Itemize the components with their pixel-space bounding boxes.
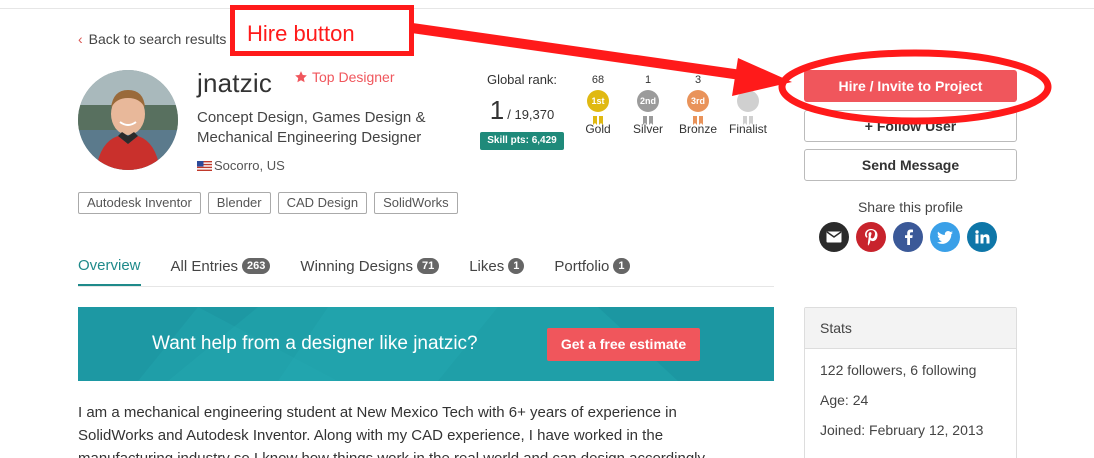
send-message-button[interactable]: Send Message <box>804 149 1017 181</box>
medal-ribbon <box>693 112 703 125</box>
follow-label: Follow User <box>876 118 957 134</box>
chevron-left-icon: ‹ <box>78 31 83 47</box>
star-icon <box>295 71 307 83</box>
count-badge: 1 <box>613 258 630 274</box>
annotation-arrow <box>411 23 749 81</box>
stats-joined: Joined: February 12, 2013 <box>820 422 984 438</box>
plus-icon: + <box>864 118 877 134</box>
tab-overview[interactable]: Overview <box>78 254 141 286</box>
medal-finalist: Finalist <box>723 74 773 136</box>
pinterest-icon[interactable] <box>856 222 886 252</box>
stats-age: Age: 24 <box>820 392 869 408</box>
tab-likes[interactable]: Likes 1 <box>469 254 525 286</box>
tab-label: Overview <box>78 256 141 274</box>
estimate-banner: Want help from a designer like jnatzic? … <box>78 307 774 381</box>
back-to-search-link[interactable]: ‹ Back to search results <box>78 31 226 47</box>
skill-tag[interactable]: SolidWorks <box>374 192 458 214</box>
twitter-icon[interactable] <box>930 222 960 252</box>
username: jnatzic <box>197 68 273 98</box>
share-title: Share this profile <box>857 199 964 215</box>
rank-position: 1 <box>489 95 505 125</box>
tab-all-entries[interactable]: All Entries 263 <box>171 254 271 286</box>
bio-line: I am a mechanical engineering student at… <box>78 404 677 421</box>
medal-count <box>723 74 773 88</box>
medal-count: 3 <box>694 74 702 86</box>
medal-count: 1 <box>644 74 652 86</box>
profile-tagline: Concept Design, Games Design & Mechanica… <box>197 108 467 148</box>
skill-tag[interactable]: Blender <box>207 192 271 214</box>
share-buttons <box>819 222 997 252</box>
annotation-label-box: Hire button <box>230 5 414 56</box>
banner-text: Want help from a designer like jnatzic? <box>152 333 478 354</box>
follow-user-button[interactable]: + Follow User <box>804 110 1017 142</box>
tab-label: Likes <box>469 257 505 275</box>
top-designer-badge: Top Designer <box>294 69 395 85</box>
avatar[interactable] <box>78 70 178 170</box>
linkedin-icon[interactable] <box>967 222 997 252</box>
tabs-divider <box>78 286 774 287</box>
tab-winning-designs[interactable]: Winning Designs 71 <box>300 254 440 286</box>
get-estimate-button[interactable]: Get a free estimate <box>547 328 700 361</box>
medal-ribbon <box>743 112 753 125</box>
medal-count: 68 <box>591 74 605 86</box>
medal-silver: 1 2nd Silver <box>623 74 673 136</box>
tab-label: Winning Designs <box>300 257 413 275</box>
rank-label: Global rank: <box>486 72 558 87</box>
count-badge: 71 <box>416 258 440 274</box>
tab-portfolio[interactable]: Portfolio 1 <box>554 254 630 286</box>
profile-tabs: Overview All Entries 263 Winning Designs… <box>78 254 660 286</box>
count-badge: 263 <box>242 258 271 274</box>
email-icon[interactable] <box>819 222 849 252</box>
bio-line: SolidWorks and Autodesk Inventor. Along … <box>78 427 664 444</box>
hire-invite-button[interactable]: Hire / Invite to Project <box>804 70 1017 102</box>
silver-medal-icon: 2nd <box>637 90 659 112</box>
tab-label: All Entries <box>170 257 239 275</box>
tagline-line: Mechanical Engineering Designer <box>197 129 422 146</box>
skill-tags: Autodesk Inventor Blender CAD Design Sol… <box>78 192 458 214</box>
rank-value: 1 / 19,370 <box>480 95 564 126</box>
finalist-medal-icon <box>737 90 759 112</box>
rank-total: / 19,370 <box>507 107 555 122</box>
medal-gold: 68 1st Gold <box>573 74 623 136</box>
stats-followers: 122 followers, 6 following <box>820 362 977 378</box>
location: Socorro, US <box>197 158 285 173</box>
medal-bronze: 3 3rd Bronze <box>673 74 723 136</box>
count-badge: 1 <box>508 258 525 274</box>
facebook-icon[interactable] <box>893 222 923 252</box>
global-rank: Global rank: 1 / 19,370 Skill pts: 6,429 <box>480 72 564 150</box>
location-text: Socorro, US <box>214 158 285 173</box>
stats-panel: Stats 122 followers, 6 following Age: 24… <box>804 307 1017 458</box>
annotation-label: Hire button <box>247 21 355 46</box>
top-divider <box>0 0 1094 9</box>
medal-ribbon <box>643 112 653 125</box>
back-link-label: Back to search results <box>88 31 227 47</box>
skill-tag[interactable]: CAD Design <box>277 192 368 214</box>
us-flag-icon <box>197 160 212 171</box>
tagline-line: Concept Design, Games Design & <box>197 109 426 126</box>
skill-tag[interactable]: Autodesk Inventor <box>78 192 201 214</box>
bio-text: I am a mechanical engineering student at… <box>78 401 778 458</box>
top-designer-label: Top Designer <box>312 69 395 85</box>
gold-medal-icon: 1st <box>587 90 609 112</box>
bio-line: manufacturing industry so I know how thi… <box>78 447 778 458</box>
tab-label: Portfolio <box>554 257 610 275</box>
bronze-medal-icon: 3rd <box>687 90 709 112</box>
skill-points-badge: Skill pts: 6,429 <box>480 132 564 150</box>
medal-ribbon <box>593 112 603 125</box>
stats-title: Stats <box>805 308 1016 349</box>
